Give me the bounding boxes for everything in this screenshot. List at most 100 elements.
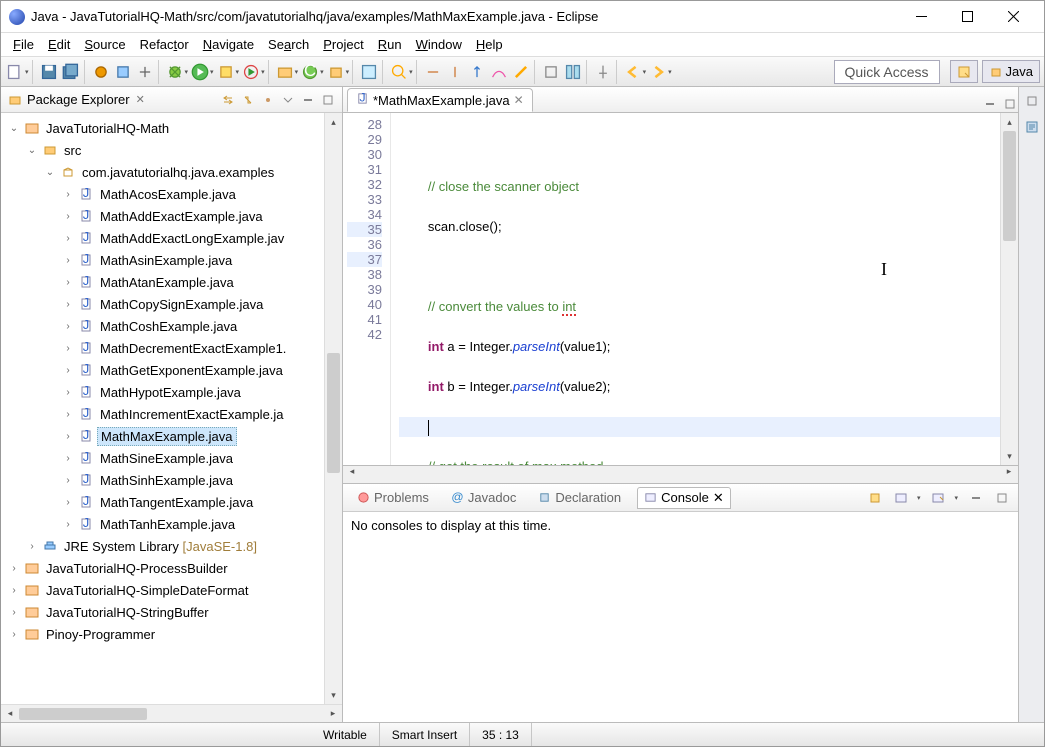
new-java-dropdown[interactable]: ▾ <box>346 68 350 76</box>
menu-search[interactable]: Search <box>262 35 315 54</box>
link-editor-button[interactable] <box>240 92 256 108</box>
scroll-thumb[interactable] <box>327 353 340 473</box>
tree-file[interactable]: ›JMathSinhExample.java <box>3 469 322 491</box>
minimize-view-button[interactable] <box>300 92 316 108</box>
quick-access-input[interactable]: Quick Access <box>834 60 940 84</box>
save-button[interactable] <box>39 62 59 82</box>
declaration-tab[interactable]: Declaration <box>532 488 627 507</box>
menu-window[interactable]: Window <box>410 35 468 54</box>
maximize-button[interactable] <box>944 1 990 33</box>
tb-btn-d[interactable] <box>489 62 509 82</box>
console-btn-2[interactable] <box>893 490 909 506</box>
tree-file[interactable]: ›JMathSineExample.java <box>3 447 322 469</box>
editor-tab-active[interactable]: J *MathMaxExample.java ✕ <box>347 88 533 112</box>
tree-file[interactable]: ›JMathHypotExample.java <box>3 381 322 403</box>
search-dropdown[interactable]: ▾ <box>409 68 413 76</box>
editor-scroll-thumb[interactable] <box>1003 131 1016 241</box>
restore-view-button[interactable] <box>1024 93 1040 109</box>
tb-btn-a[interactable] <box>423 62 443 82</box>
console-minimize-button[interactable] <box>968 490 984 506</box>
tree-project[interactable]: ›JavaTutorialHQ-StringBuffer <box>3 601 322 623</box>
console-btn-2-drop[interactable]: ▾ <box>917 494 921 502</box>
tree-file[interactable]: ›JMathAtanExample.java <box>3 271 322 293</box>
tree-file[interactable]: ›JMathDecrementExactExample1. <box>3 337 322 359</box>
menu-refactor[interactable]: Refactor <box>134 35 195 54</box>
new-class-button[interactable]: C <box>300 62 320 82</box>
editor-tab-close[interactable]: ✕ <box>514 93 524 107</box>
tree-src[interactable]: ⌄src <box>3 139 322 161</box>
hscroll-thumb[interactable] <box>19 708 147 720</box>
console-maximize-button[interactable] <box>994 490 1010 506</box>
editor-horizontal-scrollbar[interactable]: ◂ ▸ <box>343 466 1018 484</box>
minimize-button[interactable] <box>898 1 944 33</box>
tree-project[interactable]: ›JavaTutorialHQ-SimpleDateFormat <box>3 579 322 601</box>
new-java-button[interactable] <box>326 62 346 82</box>
editor-maximize-button[interactable] <box>1002 96 1018 112</box>
open-perspective-button[interactable] <box>950 60 978 83</box>
console-btn-3-drop[interactable]: ▾ <box>954 494 958 502</box>
editor-vertical-scrollbar[interactable]: ▴ ▾ <box>1000 113 1018 465</box>
tree-project[interactable]: ›JavaTutorialHQ-ProcessBuilder <box>3 557 322 579</box>
close-button[interactable] <box>990 1 1036 33</box>
pin-button[interactable] <box>593 62 613 82</box>
tree-file[interactable]: ›JMathTanhExample.java <box>3 513 322 535</box>
new-dropdown[interactable]: ▾ <box>25 68 29 76</box>
console-output[interactable]: No consoles to display at this time. <box>343 512 1018 722</box>
tb-btn-2[interactable] <box>113 62 133 82</box>
editor-minimize-button[interactable] <box>982 96 998 112</box>
package-explorer-close[interactable]: ✕ <box>136 93 145 106</box>
ext-tools-dropdown[interactable]: ▾ <box>261 68 265 76</box>
new-class-dropdown[interactable]: ▾ <box>320 68 324 76</box>
code-area[interactable]: // close the scanner object scan.close()… <box>391 113 1000 465</box>
outline-view-icon[interactable] <box>1024 119 1040 135</box>
problems-tab[interactable]: Problems <box>351 488 435 507</box>
console-btn-3[interactable] <box>930 490 946 506</box>
tb-btn-1[interactable] <box>91 62 111 82</box>
tb-btn-b[interactable] <box>445 62 465 82</box>
menu-file[interactable]: File <box>7 35 40 54</box>
forward-dropdown[interactable]: ▾ <box>668 68 672 76</box>
menu-help[interactable]: Help <box>470 35 509 54</box>
line-number-gutter[interactable]: 28293031323334 3536373839404142 <box>343 113 391 465</box>
new-package-button[interactable] <box>275 62 295 82</box>
console-tab[interactable]: Console ✕ <box>637 487 731 509</box>
ext-tools-button[interactable] <box>241 62 261 82</box>
menu-run[interactable]: Run <box>372 35 408 54</box>
tb-btn-e[interactable] <box>511 62 531 82</box>
menu-navigate[interactable]: Navigate <box>197 35 260 54</box>
menu-edit[interactable]: Edit <box>42 35 76 54</box>
view-menu-button[interactable] <box>280 92 296 108</box>
save-all-button[interactable] <box>61 62 81 82</box>
scroll-up-arrow[interactable]: ▴ <box>325 113 342 131</box>
forward-button[interactable] <box>648 62 668 82</box>
tb-btn-3[interactable] <box>135 62 155 82</box>
new-package-dropdown[interactable]: ▾ <box>295 68 299 76</box>
tree-project[interactable]: ›Pinoy-Programmer <box>3 623 322 645</box>
debug-button[interactable] <box>165 62 185 82</box>
search-button[interactable] <box>389 62 409 82</box>
tree-file[interactable]: ›JMathIncrementExactExample.ja <box>3 403 322 425</box>
maximize-view-button[interactable] <box>320 92 336 108</box>
console-tab-close[interactable]: ✕ <box>713 490 724 506</box>
tree-file[interactable]: ›JMathAddExactLongExample.jav <box>3 227 322 249</box>
editor-scroll-down[interactable]: ▾ <box>1001 447 1018 465</box>
scroll-down-arrow[interactable]: ▾ <box>325 686 342 704</box>
scroll-left-arrow[interactable]: ◂ <box>1 708 19 719</box>
tree-file[interactable]: ›JMathAcosExample.java <box>3 183 322 205</box>
back-dropdown[interactable]: ▾ <box>643 68 647 76</box>
package-explorer-tree[interactable]: ⌄JavaTutorialHQ-Math ⌄src ⌄com.javatutor… <box>1 113 324 704</box>
tree-file[interactable]: ›JMathAsinExample.java <box>3 249 322 271</box>
run-last-button[interactable] <box>216 62 236 82</box>
scroll-right-arrow[interactable]: ▸ <box>324 708 342 719</box>
tree-file[interactable]: ›JMathGetExponentExample.java <box>3 359 322 381</box>
tb-btn-c[interactable] <box>467 62 487 82</box>
editor-scroll-right[interactable]: ▸ <box>1000 466 1018 483</box>
debug-dropdown[interactable]: ▾ <box>185 68 189 76</box>
tree-file[interactable]: ›JMathCoshExample.java <box>3 315 322 337</box>
code-editor[interactable]: 28293031323334 3536373839404142 // close… <box>343 113 1018 466</box>
tree-horizontal-scrollbar[interactable]: ◂ ▸ <box>1 704 342 722</box>
tree-file[interactable]: ›JMathAddExactExample.java <box>3 205 322 227</box>
tree-package[interactable]: ⌄com.javatutorialhq.java.examples <box>3 161 322 183</box>
tree-file[interactable]: ›JMathCopySignExample.java <box>3 293 322 315</box>
new-button[interactable] <box>5 62 25 82</box>
